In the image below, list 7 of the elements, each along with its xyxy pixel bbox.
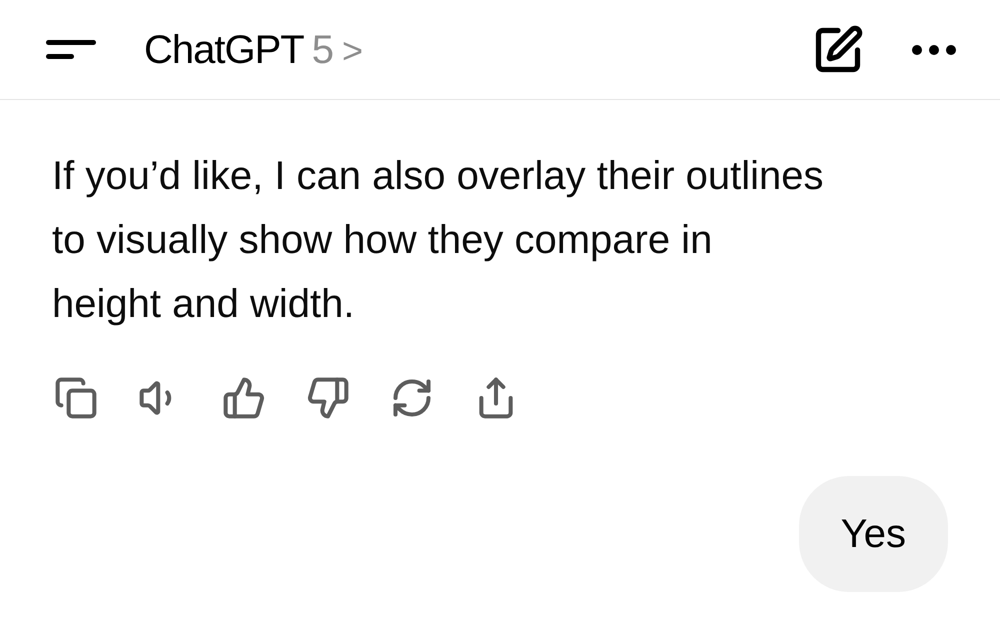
thumbs-up-icon[interactable]	[222, 376, 266, 420]
more-icon[interactable]	[912, 44, 956, 54]
user-message: Yes	[798, 476, 948, 592]
assistant-message: If you’d like, I can also overlay their outlines to visually show how they compare in height and width.	[52, 153, 825, 328]
copy-icon[interactable]	[54, 376, 98, 420]
thumbs-down-icon[interactable]	[306, 376, 350, 420]
model-selector[interactable]: ChatGPT 5 >	[144, 20, 363, 80]
